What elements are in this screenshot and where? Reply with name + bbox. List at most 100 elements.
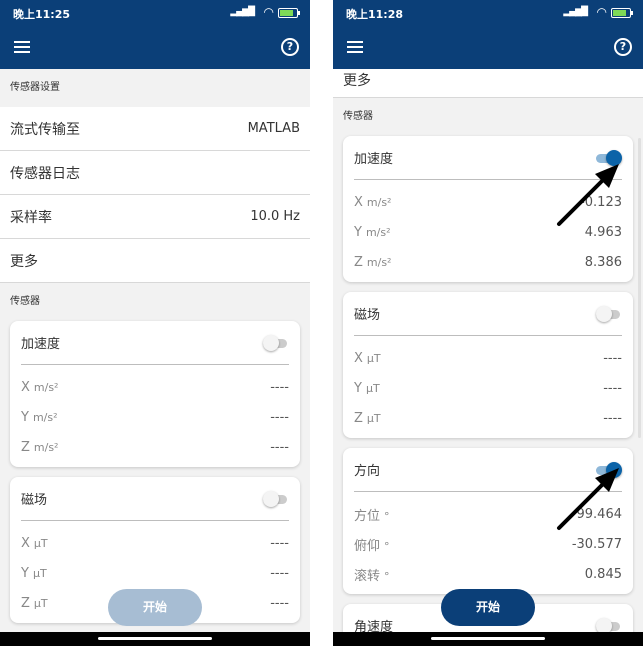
sensor-title: 方向 [354,464,381,479]
axis-label: 方位 [354,508,381,524]
setting-value: 10.0 Hz [250,209,300,224]
axis-unit: m/s² [33,380,59,394]
axis-label: X [21,379,30,395]
axis-row: XμT ---- [354,343,622,373]
battery-icon [278,8,300,18]
axis-row: Ym/s² ---- [21,402,289,432]
sensor-toggle[interactable] [263,490,289,507]
system-nav-bar [0,632,310,646]
battery-icon [611,8,633,18]
axis-row: YμT ---- [21,558,289,588]
axis-unit: m/s² [366,255,392,269]
axis-value: 8.386 [584,254,622,270]
arrow-icon [557,164,619,226]
axis-label: 俯仰 [354,538,381,554]
system-nav-bar [333,632,643,646]
axis-row: XμT ---- [21,528,289,558]
sensor-toggle[interactable] [263,334,289,351]
start-button[interactable]: 开始 [441,589,535,626]
sensor-card-acceleration: 加速度 Xm/s² ---- Ym/s² ---- Zm/s² ---- [10,321,300,467]
axis-label: Y [21,565,29,581]
axis-label: Y [354,380,362,396]
home-gesture-pill[interactable] [431,637,545,640]
signal-icon: ▂▄▆█ [230,7,255,17]
main-content: 传感器设置 流式传输至 MATLAB 传感器日志 采样率 10.0 Hz 更多 … [0,69,310,632]
sensor-toggle[interactable] [596,617,622,632]
setting-row-stream-to[interactable]: 流式传输至 MATLAB [0,107,310,151]
axis-unit: m/s² [366,195,392,209]
setting-label: 传感器日志 [10,165,80,182]
phone-screen-right: 晚上11:28 ▂▄▆█ ◠ ? 更多 传感器 加速度 Xm/s² -0.123… [333,0,643,646]
setting-label: 流式传输至 [10,121,80,138]
start-button[interactable]: 开始 [108,589,202,626]
axis-label: Z [21,439,30,455]
phone-screen-left: 晚上11:25 ▂▄▆█ ◠ ? 传感器设置 流式传输至 MATLAB 传感器日… [0,0,310,646]
setting-row-sensor-log[interactable]: 传感器日志 [0,151,310,195]
arrow-icon [557,468,619,530]
status-bar: 晚上11:25 ▂▄▆█ ◠ [0,0,310,26]
sensor-title: 角速度 [354,620,394,632]
status-bar: 晚上11:28 ▂▄▆█ ◠ [333,0,643,26]
axis-row: ZμT ---- [354,403,622,433]
sensor-card-magnetic-field: 磁场 XμT ---- YμT ---- ZμT ---- [343,292,633,438]
axis-value: ---- [603,350,622,366]
status-time: 晚上11:28 [346,8,404,21]
axis-value: ---- [270,535,289,551]
help-icon[interactable]: ? [614,38,632,56]
axis-unit: ° [384,569,390,583]
axis-label: Y [21,409,29,425]
sensor-title: 磁场 [21,493,48,508]
axis-row: 俯仰 ° -30.577 [354,529,622,559]
setting-row-more[interactable]: 更多 [333,69,643,98]
section-header-sensors: 传感器 [10,296,40,307]
setting-row-more[interactable]: 更多 [0,239,310,283]
menu-icon[interactable] [14,41,30,53]
axis-unit: μT [33,536,48,550]
axis-label: X [354,350,363,366]
main-content: 更多 传感器 加速度 Xm/s² -0.123 Ym/s² 4.963 Zm/s… [333,69,643,632]
axis-unit: μT [32,566,47,580]
sensor-toggle[interactable] [596,305,622,322]
axis-label: 滚转 [354,568,381,584]
setting-label: 更多 [10,253,38,270]
axis-label: X [354,194,363,210]
home-gesture-pill[interactable] [98,637,212,640]
axis-value: -30.577 [571,536,622,552]
axis-value: ---- [270,379,289,395]
sensor-title: 加速度 [354,152,394,167]
app-bar: ? [333,26,643,69]
axis-value: ---- [270,565,289,581]
axis-value: 0.845 [584,566,622,582]
setting-label: 更多 [343,73,371,89]
app-bar: ? [0,26,310,69]
axis-value: ---- [270,595,289,611]
axis-row: 滚转 ° 0.845 [354,559,622,589]
section-header-sensors: 传感器 [343,111,373,122]
setting-label: 采样率 [10,209,52,226]
axis-unit: μT [366,411,381,425]
wifi-icon: ◠ [596,5,607,19]
wifi-icon: ◠ [263,5,274,19]
help-icon[interactable]: ? [281,38,299,56]
axis-value: ---- [603,380,622,396]
axis-label: Y [354,224,362,240]
axis-unit: μT [365,381,380,395]
axis-unit: m/s² [33,440,59,454]
axis-unit: μT [366,351,381,365]
scrollbar[interactable] [638,138,641,438]
axis-row: Zm/s² ---- [21,432,289,462]
menu-icon[interactable] [347,41,363,53]
sensor-title: 加速度 [21,337,61,352]
sensor-title: 磁场 [354,308,381,323]
axis-unit: m/s² [32,410,58,424]
axis-unit: μT [33,596,48,610]
signal-icon: ▂▄▆█ [563,7,588,17]
axis-label: X [21,535,30,551]
axis-unit: ° [384,509,390,523]
axis-unit: ° [384,539,390,553]
axis-row: Xm/s² ---- [21,372,289,402]
axis-label: Z [354,410,363,426]
axis-row: Zm/s² 8.386 [354,247,622,277]
axis-value: ---- [603,410,622,426]
setting-row-sample-rate[interactable]: 采样率 10.0 Hz [0,195,310,239]
